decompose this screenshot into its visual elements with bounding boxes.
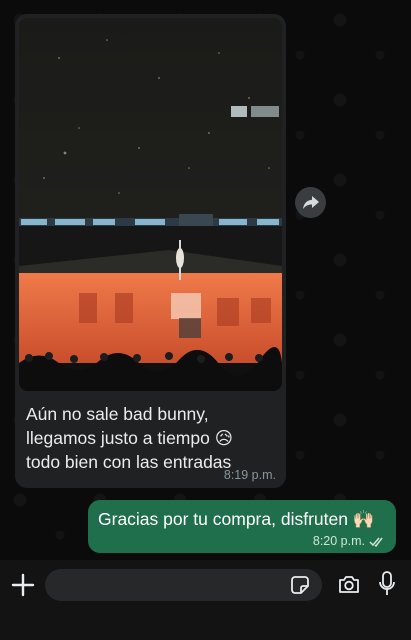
incoming-message[interactable]: Aún no sale bad bunny, llegamos justo a … xyxy=(15,14,286,488)
forward-button[interactable] xyxy=(295,187,326,218)
chat-area: Aún no sale bad bunny, llegamos justo a … xyxy=(0,0,411,560)
microphone-icon[interactable] xyxy=(378,571,396,597)
outgoing-timestamp: 8:20 p.m. xyxy=(312,534,365,548)
incoming-caption: Aún no sale bad bunny, llegamos justo a … xyxy=(26,404,233,472)
concert-photo[interactable] xyxy=(19,18,282,391)
outgoing-meta: 8:20 p.m. xyxy=(313,534,386,548)
sticker-icon[interactable] xyxy=(290,575,310,595)
camera-icon[interactable] xyxy=(337,573,361,597)
plus-icon[interactable] xyxy=(10,572,36,598)
message-input[interactable] xyxy=(45,569,322,601)
double-check-icon xyxy=(369,537,383,547)
incoming-timestamp: 8:19 p.m. xyxy=(223,468,276,482)
outgoing-text: Gracias por tu compra, disfruten 🙌🏻 xyxy=(98,509,375,529)
outgoing-message[interactable]: Gracias por tu compra, disfruten 🙌🏻 8:20… xyxy=(88,500,396,553)
message-composer xyxy=(0,560,411,640)
forward-arrow-icon xyxy=(302,195,319,209)
